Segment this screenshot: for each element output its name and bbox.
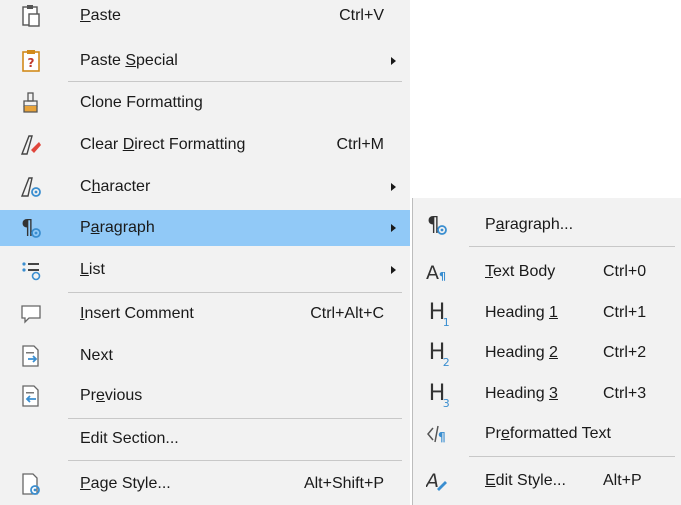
next-comment-icon xyxy=(19,344,43,368)
text-body-icon: A ¶ xyxy=(425,260,449,284)
menu-item-label: Next xyxy=(80,347,113,364)
menu-item-paste-special[interactable]: ? Paste Special xyxy=(0,43,410,79)
previous-comment-icon xyxy=(19,384,43,408)
submenu-item-heading-2[interactable]: H2 Heading 2 Ctrl+2 xyxy=(413,332,681,374)
menu-item-shortcut: Ctrl+V xyxy=(339,7,384,24)
menu-item-page-style[interactable]: Page Style... Alt+Shift+P xyxy=(0,466,410,502)
submenu-item-text-body[interactable]: A ¶ Text Body Ctrl+0 xyxy=(413,251,681,293)
paste-special-icon: ? xyxy=(19,49,43,73)
menu-item-label: Paste Special xyxy=(80,52,178,69)
menu-item-label: Paste xyxy=(80,7,121,24)
menu-item-insert-comment[interactable]: Insert Comment Ctrl+Alt+C xyxy=(0,296,410,332)
menu-item-label: Clone Formatting xyxy=(80,94,203,111)
submenu-item-shortcut: Alt+P xyxy=(603,472,642,489)
paragraph-icon: ¶ xyxy=(19,216,43,240)
submenu-arrow-icon xyxy=(391,57,396,65)
menu-separator xyxy=(68,418,402,419)
svg-text:A: A xyxy=(426,470,439,492)
menu-item-character[interactable]: Character xyxy=(0,169,410,205)
menu-item-shortcut: Alt+Shift+P xyxy=(303,475,384,492)
menu-item-label: Page Style... xyxy=(80,475,171,492)
heading-icon: H3 xyxy=(428,381,450,411)
menu-item-paragraph[interactable]: ¶ Paragraph xyxy=(0,210,410,246)
submenu-item-shortcut: Ctrl+2 xyxy=(603,344,647,361)
submenu-item-label: Edit Style... xyxy=(485,472,566,489)
paintbrush-icon xyxy=(19,91,43,115)
character-icon xyxy=(19,175,43,199)
svg-text:A: A xyxy=(426,262,439,284)
submenu-item-label: Paragraph... xyxy=(485,216,574,233)
submenu-arrow-icon xyxy=(391,266,396,274)
paragraph-icon: ¶ xyxy=(425,213,449,237)
context-menu: Paste Ctrl+V ? Paste Special Clone Forma… xyxy=(0,0,410,505)
clear-formatting-icon xyxy=(19,133,43,157)
menu-item-label: Clear Direct Formatting xyxy=(80,136,246,153)
submenu-item-label: Heading 3 xyxy=(485,385,558,402)
menu-item-label: Paragraph xyxy=(80,219,155,236)
submenu-item-label: Heading 2 xyxy=(485,344,558,361)
submenu-item-shortcut: Ctrl+3 xyxy=(603,385,647,402)
menu-item-previous[interactable]: Previous xyxy=(0,378,410,414)
page-style-icon xyxy=(19,472,43,496)
svg-text:¶: ¶ xyxy=(439,270,446,283)
svg-text:¶: ¶ xyxy=(438,430,446,444)
comment-icon xyxy=(19,302,43,326)
menu-item-shortcut: Ctrl+M xyxy=(336,136,384,153)
submenu-item-label: Text Body xyxy=(485,263,556,280)
menu-separator xyxy=(68,292,402,293)
menu-item-label: List xyxy=(80,261,105,278)
menu-item-label: Previous xyxy=(80,387,143,404)
submenu-arrow-icon xyxy=(391,183,396,191)
menu-item-label: Insert Comment xyxy=(80,305,194,322)
heading-icon: H1 xyxy=(428,300,450,330)
menu-item-paste[interactable]: Paste Ctrl+V xyxy=(0,0,410,34)
paste-icon xyxy=(19,4,43,28)
list-icon xyxy=(19,258,43,282)
submenu-arrow-icon xyxy=(391,224,396,232)
svg-text:?: ? xyxy=(28,56,35,70)
preformatted-icon: ¶ xyxy=(425,422,449,446)
edit-style-icon: A xyxy=(425,469,449,493)
paragraph-submenu: ¶ Paragraph... A ¶ Text Body Ctrl+0 H1 He… xyxy=(412,198,681,505)
submenu-item-paragraph[interactable]: ¶ Paragraph... xyxy=(413,204,681,246)
submenu-item-preformatted-text[interactable]: ¶ Preformatted Text xyxy=(413,413,681,455)
submenu-item-shortcut: Ctrl+1 xyxy=(603,304,647,321)
submenu-item-label: Heading 1 xyxy=(485,304,558,321)
menu-item-shortcut: Ctrl+Alt+C xyxy=(310,305,384,322)
submenu-item-label: Preformatted Text xyxy=(485,425,611,442)
menu-item-list[interactable]: List xyxy=(0,252,410,288)
submenu-item-shortcut: Ctrl+0 xyxy=(603,263,647,280)
heading-icon: H2 xyxy=(428,340,450,370)
menu-separator xyxy=(68,81,402,82)
menu-item-label: Edit Section... xyxy=(80,430,179,447)
menu-item-next[interactable]: Next xyxy=(0,338,410,374)
submenu-separator xyxy=(469,246,675,247)
submenu-separator xyxy=(469,456,675,457)
submenu-item-edit-style[interactable]: A Edit Style... Alt+P xyxy=(413,460,681,502)
menu-item-edit-section[interactable]: Edit Section... xyxy=(0,421,410,457)
context-menu-stage: Paste Ctrl+V ? Paste Special Clone Forma… xyxy=(0,0,681,505)
menu-item-label: Character xyxy=(80,178,151,195)
submenu-item-heading-3[interactable]: H3 Heading 3 Ctrl+3 xyxy=(413,373,681,415)
submenu-item-heading-1[interactable]: H1 Heading 1 Ctrl+1 xyxy=(413,292,681,334)
menu-separator xyxy=(68,460,402,461)
menu-item-clone-formatting[interactable]: Clone Formatting xyxy=(0,85,410,121)
menu-item-clear-direct-formatting[interactable]: Clear Direct Formatting Ctrl+M xyxy=(0,127,410,163)
